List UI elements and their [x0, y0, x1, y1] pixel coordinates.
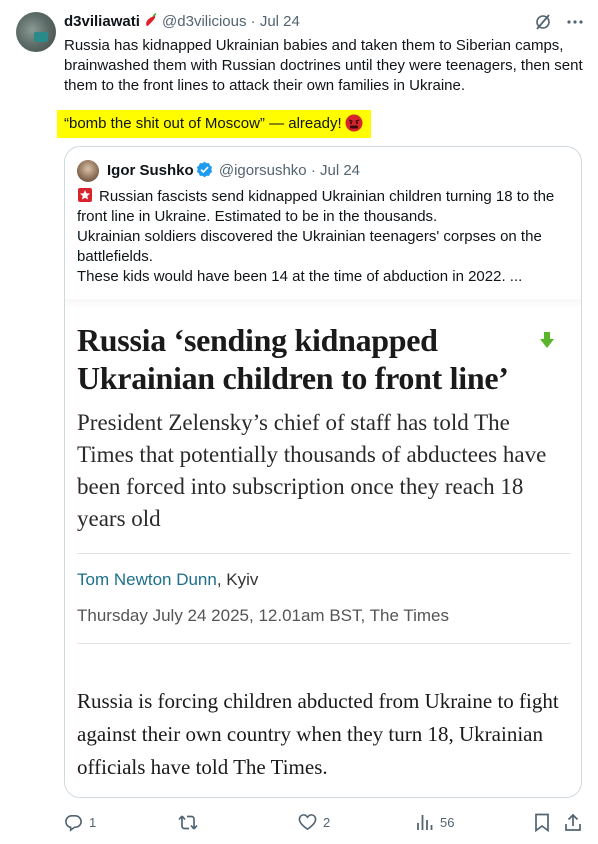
- article-author-location: , Kyiv: [216, 570, 259, 589]
- like-count: 2: [323, 814, 331, 830]
- post-text: Russia has kidnapped Ukrainian babies an…: [64, 37, 583, 94]
- quoted-header-separator: ·: [310, 162, 316, 179]
- quoted-post[interactable]: Igor Sushko @igorsushko · Jul 24 Russian…: [64, 146, 582, 798]
- quoted-author-avatar: [77, 160, 99, 182]
- chili-pepper-icon: [146, 13, 157, 27]
- post-header: d3viliawati @d3vilicious · Jul 24: [64, 12, 300, 32]
- header-actions: [534, 12, 584, 32]
- like-button[interactable]: 2: [298, 810, 330, 834]
- reply-count: 1: [89, 814, 97, 830]
- repost-button[interactable]: [178, 810, 204, 834]
- reply-icon: [65, 814, 82, 832]
- verified-badge-icon: [196, 161, 212, 178]
- download-arrow-icon: [540, 332, 554, 348]
- share-icon: [565, 813, 581, 831]
- more-icon[interactable]: [566, 13, 584, 31]
- share-button[interactable]: [564, 810, 582, 834]
- article-author-name: Tom Newton Dunn: [77, 570, 217, 589]
- article-screenshot[interactable]: Russia ‘sending kidnapped Ukrainian chil…: [65, 307, 581, 797]
- article-divider-2: [77, 643, 571, 644]
- post-time[interactable]: Jul 24: [260, 13, 300, 30]
- views-count: 56: [440, 814, 455, 830]
- article-divider: [77, 553, 571, 554]
- bookmark-icon: [535, 813, 549, 832]
- article-subheadline: President Zelensky’s chief of staff has …: [77, 410, 547, 531]
- quoted-post-text: Russian fascists send kidnapped Ukrainia…: [77, 187, 573, 287]
- author-handle[interactable]: @d3vilicious: [162, 13, 246, 30]
- post-actions: 1 2 56: [64, 810, 586, 834]
- highlight-text: “bomb the shit out of Moscow” — already!: [64, 115, 342, 132]
- bookmark-button[interactable]: [534, 810, 550, 834]
- quoted-line-3: These kids would have been 14 at the tim…: [77, 268, 523, 285]
- author-avatar[interactable]: [16, 12, 56, 52]
- reply-button[interactable]: 1: [64, 810, 96, 834]
- angry-face-icon: [345, 114, 363, 132]
- article-body: Russia is forcing children abducted from…: [77, 689, 559, 779]
- views-icon: [417, 815, 433, 830]
- quoted-line-2: Ukrainian soldiers discovered the Ukrain…: [77, 228, 542, 265]
- like-icon: [298, 814, 317, 831]
- header-separator: ·: [250, 13, 256, 30]
- author-name[interactable]: d3viliawati: [64, 13, 140, 30]
- article-headline: Russia ‘sending kidnapped Ukrainian chil…: [77, 322, 509, 396]
- views-button[interactable]: 56: [416, 810, 454, 834]
- quoted-author-name: Igor Sushko: [107, 162, 194, 179]
- post: d3viliawati @d3vilicious · Jul 24 Russia…: [0, 0, 598, 844]
- grok-icon[interactable]: [534, 13, 552, 31]
- siren-icon: [78, 188, 92, 202]
- quoted-post-header: Igor Sushko @igorsushko · Jul 24: [107, 161, 360, 181]
- quoted-post-time: Jul 24: [319, 162, 361, 179]
- quoted-author-handle: @igorsushko: [218, 162, 307, 179]
- article-byline: Tom Newton Dunn, Kyiv: [77, 569, 258, 591]
- quoted-line-1: Russian fascists send kidnapped Ukrainia…: [77, 188, 555, 225]
- highlighted-quote-text: “bomb the shit out of Moscow” — already!: [57, 110, 371, 138]
- repost-icon: [178, 814, 198, 830]
- article-dateline: Thursday July 24 2025, 12.01am BST, The …: [77, 606, 449, 625]
